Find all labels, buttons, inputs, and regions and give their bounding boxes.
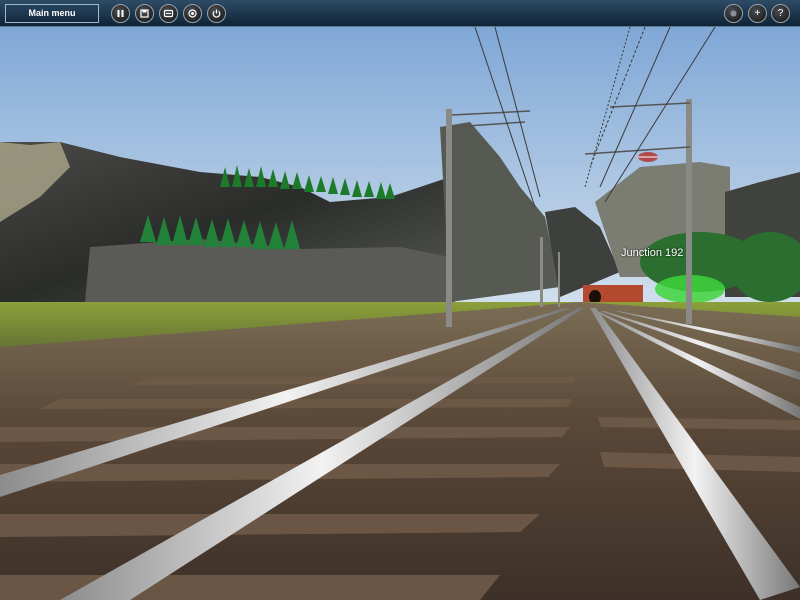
driver-view-icon xyxy=(163,9,174,18)
camera-icon xyxy=(188,9,197,18)
pause-button[interactable] xyxy=(111,4,130,23)
main-menu-button[interactable]: Main menu xyxy=(5,4,99,23)
save-button[interactable] xyxy=(135,4,154,23)
power-icon xyxy=(212,9,221,18)
circle-icon xyxy=(730,10,737,17)
plus-button[interactable]: + xyxy=(748,4,767,23)
camera-button[interactable] xyxy=(183,4,202,23)
save-icon xyxy=(140,9,149,18)
scene-render xyxy=(0,27,800,600)
junction-label[interactable]: Junction 192 xyxy=(621,247,683,259)
power-button[interactable] xyxy=(207,4,226,23)
driver-view-button[interactable] xyxy=(159,4,178,23)
top-toolbar: Main menu + ? xyxy=(0,0,800,27)
help-icon: ? xyxy=(777,8,784,19)
help-button[interactable]: ? xyxy=(771,4,790,23)
circle-button[interactable] xyxy=(724,4,743,23)
insulator xyxy=(638,152,658,162)
game-viewport[interactable]: Junction 192 xyxy=(0,27,800,600)
plus-icon: + xyxy=(754,8,761,19)
pause-icon xyxy=(117,10,124,17)
